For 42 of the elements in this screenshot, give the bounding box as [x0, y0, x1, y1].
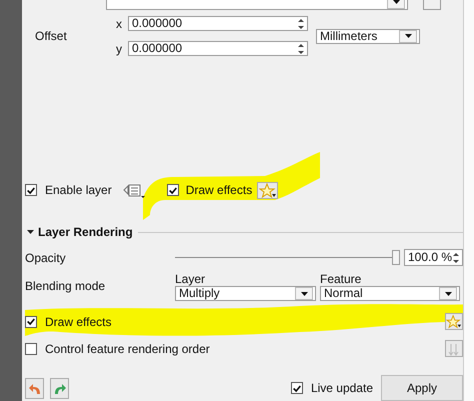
slider-handle[interactable]	[392, 250, 400, 265]
enable-layer-label: Enable layer	[45, 183, 112, 197]
dropdown-arrow-icon	[404, 34, 412, 38]
section-title: Layer Rendering	[38, 225, 133, 239]
dropdown-arrow-icon	[300, 292, 308, 296]
checkbox[interactable]	[290, 382, 303, 394]
column-label: Feature	[320, 273, 362, 286]
undo-button[interactable]	[25, 378, 44, 398]
list-menu-icon[interactable]	[122, 182, 145, 198]
control-order-label: Control feature rendering order	[45, 342, 211, 356]
draw-effects-label: Draw effects	[186, 183, 252, 197]
spinner-arrows-icon[interactable]	[452, 252, 460, 264]
spinner-arrows-icon[interactable]	[297, 18, 305, 30]
checkbox[interactable]	[25, 316, 37, 328]
blending-mode-label: Blending mode	[25, 279, 106, 295]
feature-blend-dropdown[interactable]: Normal	[320, 286, 460, 301]
apply-button[interactable]: Apply	[381, 375, 463, 401]
star-icon	[258, 182, 277, 198]
layer-blend-dropdown[interactable]: Multiply	[175, 286, 316, 301]
dropdown-arrow-icon	[444, 292, 452, 296]
live-update-label: Live update	[310, 381, 373, 395]
collapse-arrow-icon[interactable]	[27, 228, 34, 236]
column-label: Layer	[175, 273, 206, 286]
axis-label: x	[116, 16, 123, 30]
offset-spinbox[interactable]: 0.000000	[128, 16, 308, 31]
checkbox[interactable]	[166, 184, 179, 196]
undo-icon	[28, 382, 40, 394]
spinner-arrows-icon[interactable]	[297, 42, 305, 54]
checkbox[interactable]	[25, 342, 37, 354]
sort-icon	[448, 342, 460, 356]
offset-label: Offset	[35, 29, 68, 43]
draw-effects-label: Draw effects	[45, 314, 112, 328]
redo-button[interactable]	[50, 378, 69, 398]
star-icon	[446, 314, 462, 329]
dropdown-arrow-icon	[392, 0, 400, 4]
checkbox[interactable]	[25, 184, 37, 196]
unit-dropdown[interactable]: Millimeters	[316, 28, 420, 44]
opacity-spinbox[interactable]: 100.0 %	[404, 249, 463, 266]
offset-spinbox[interactable]: 0.000000	[128, 41, 308, 56]
opacity-label: Opacity	[25, 250, 67, 264]
axis-label: y	[116, 42, 123, 56]
redo-icon	[54, 382, 66, 394]
